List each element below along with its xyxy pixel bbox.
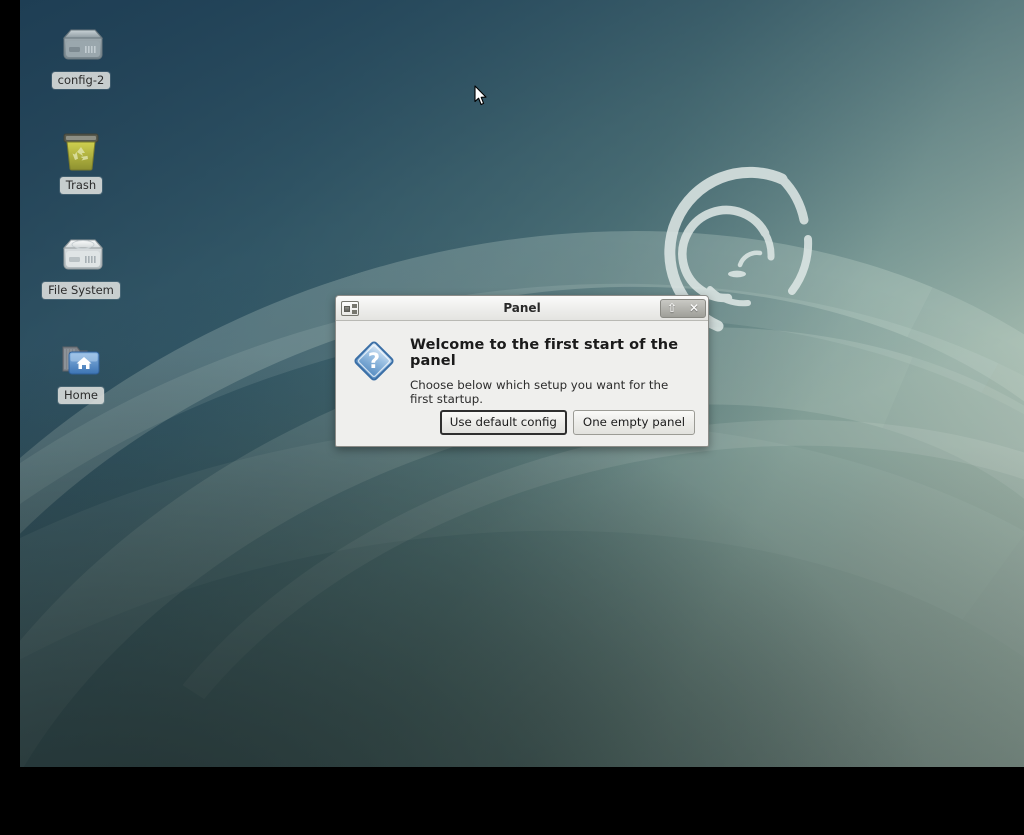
close-window-button[interactable]: ✕ (683, 300, 705, 317)
user-home-folder-icon (38, 333, 124, 383)
desktop-icon-label: Trash (59, 177, 103, 194)
question-dialog-icon: ? (354, 341, 394, 381)
dialog-subtext: Choose below which setup you want for th… (410, 378, 669, 406)
panel-setup-dialog[interactable]: Panel ⇧ ✕ ? Welcome to the first start o… (335, 295, 709, 447)
desktop-screen[interactable]: config-2 Trash File System Home Panel ⇧ … (20, 0, 1024, 767)
desktop-icon-trash[interactable]: Trash (38, 123, 124, 194)
dialog-titlebar[interactable]: Panel ⇧ ✕ (336, 296, 708, 321)
dialog-title: Panel (503, 301, 541, 315)
svg-text:?: ? (368, 349, 380, 373)
dialog-message: Welcome to the first start of the panel … (410, 335, 694, 406)
desktop-icon-file-system[interactable]: File System (38, 228, 124, 299)
desktop-icon-label: File System (42, 282, 120, 299)
desktop-icon-home[interactable]: Home (38, 333, 124, 404)
titlebar-button-group: ⇧ ✕ (660, 298, 706, 318)
desktop-icon-label: Home (58, 387, 104, 404)
dialog-body: ? Welcome to the first start of the pane… (336, 321, 708, 406)
dialog-heading: Welcome to the first start of the panel (410, 337, 679, 369)
panel-preferences-icon (341, 300, 359, 316)
desktop-icon-label: config-2 (51, 72, 111, 89)
dialog-action-bar: Use default config One empty panel (439, 410, 695, 435)
drive-harddisk-root-icon (38, 228, 124, 278)
one-empty-panel-button[interactable]: One empty panel (572, 410, 695, 435)
use-default-config-button[interactable]: Use default config (439, 410, 567, 435)
trash-full-icon (38, 123, 124, 173)
shade-window-button[interactable]: ⇧ (661, 300, 683, 317)
desktop-icon-config-2[interactable]: config-2 (38, 18, 124, 89)
drive-harddisk-icon (38, 18, 124, 68)
